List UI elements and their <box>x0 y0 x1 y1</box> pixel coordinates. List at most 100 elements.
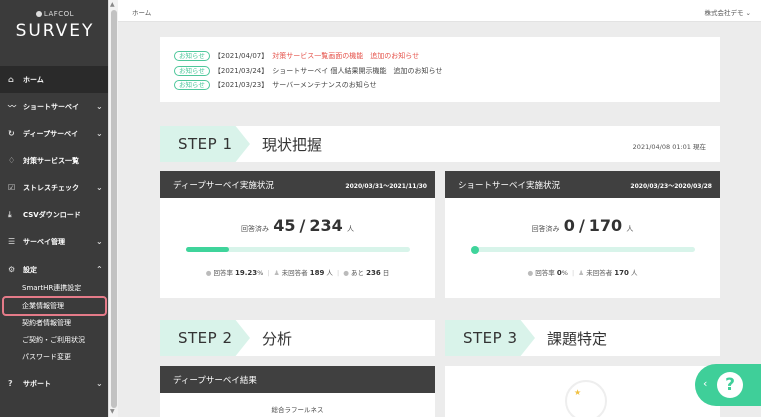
sidebar-subitem-smarthr[interactable]: SmartHR連携設定 <box>22 281 81 295</box>
sidebar-item-short-survey[interactable]: 〰 ショートサーベイ ⌄ <box>0 93 108 120</box>
brand-name: SURVEY <box>15 21 95 41</box>
brand-sub-label: LAFCOL <box>43 10 75 18</box>
notice-item[interactable]: お知らせ 【2021/03/23】 サーバーメンテナンスのお知らせ <box>174 80 377 90</box>
rate-icon: ● <box>527 269 534 277</box>
issue-panel: ★ <box>445 366 720 417</box>
sidebar-item-label: ショートサーベイ <box>23 102 79 111</box>
unanswered-label: 未回答者 <box>281 269 308 277</box>
result-subtitle: 総合ラフールネス <box>271 406 324 414</box>
chevron-down-icon: ⌄ <box>96 379 103 388</box>
step3-header: STEP 3 課題特定 <box>445 320 720 356</box>
short-survey-status-panel: ショートサーベイ実施状況 2020/03/23～2020/03/28 回答済み … <box>445 171 720 298</box>
chevron-down-icon: ⌄ <box>96 237 103 246</box>
question-icon: ? <box>717 372 743 398</box>
sidebar-subitem-contract-status[interactable]: ご契約・ご利用状況 <box>22 333 85 347</box>
sidebar-item-stress-check[interactable]: ☑ ストレスチェック ⌄ <box>0 174 108 201</box>
chevron-up-icon: ⌃ <box>96 265 103 274</box>
step1-header: STEP 1 現状把握 2021/04/08 01:01 現在 <box>160 126 720 162</box>
sidebar-subitem-password[interactable]: パスワード変更 <box>22 350 71 364</box>
sidebar-item-support[interactable]: ? サポート ⌄ <box>0 370 108 397</box>
sidebar-item-label: ディープサーベイ <box>23 129 79 138</box>
unanswered-value: 189 <box>309 269 325 277</box>
step-title: 課題特定 <box>547 330 608 348</box>
sidebar-item-csv-download[interactable]: ⤓ CSVダウンロード <box>0 201 108 228</box>
sidebar-subitem-contractor-info[interactable]: 契約者情報管理 <box>22 316 71 330</box>
help-button[interactable]: ‹ ? <box>695 364 761 406</box>
person-icon: ♟ <box>273 269 280 277</box>
total-value: 170 <box>588 216 623 235</box>
panel-title: ディープサーベイ結果 <box>173 376 257 386</box>
answered-label: 回答済み <box>531 225 560 233</box>
logo-dot-icon <box>35 11 42 17</box>
answered-count: 回答済み 45/234 人 <box>241 216 354 235</box>
unanswered-unit: 人 <box>326 269 333 277</box>
sidebar-item-label: 対策サービス一覧 <box>23 156 79 165</box>
rate-value: 19.23 <box>235 269 258 277</box>
download-icon: ⤓ <box>8 209 12 219</box>
notice-title[interactable]: サーバーメンテナンスのお知らせ <box>272 80 376 90</box>
top-bar: ホーム 株式会社デモ ⌄ <box>118 0 761 22</box>
step-badge: STEP 3 <box>445 320 535 356</box>
date-range: 2020/03/31～2021/11/30 <box>345 183 427 190</box>
sidebar-item-deep-survey[interactable]: ↻ ディープサーベイ ⌄ <box>0 120 108 147</box>
chevron-down-icon: ⌄ <box>96 183 103 192</box>
brand-logo[interactable]: LAFCOL SURVEY <box>0 0 110 66</box>
sidebar-item-label: サーベイ管理 <box>23 237 65 246</box>
rate-icon: ● <box>205 269 212 277</box>
sidebar-item-label: 設定 <box>23 265 37 274</box>
sidebar-subitem-company-info[interactable]: 企業情報管理 <box>22 299 64 313</box>
scroll-down-icon[interactable]: ▼ <box>110 408 115 415</box>
notice-tag: お知らせ <box>174 80 210 90</box>
notice-tag: お知らせ <box>174 66 210 76</box>
help-icon: ? <box>8 379 13 388</box>
deep-survey-result-panel: ディープサーベイ結果 総合ラフールネス <box>160 366 435 417</box>
award-icon: ★ <box>565 380 607 417</box>
panel-title: ショートサーベイ実施状況 <box>458 181 561 191</box>
total-value: 234 <box>309 216 343 235</box>
sidebar-item-label: ホーム <box>23 75 44 84</box>
company-dropdown[interactable]: 株式会社デモ ⌄ <box>704 7 751 17</box>
rate-label: 回答率 <box>535 269 555 277</box>
rate-unit: % <box>257 269 264 277</box>
date-range: 2020/03/23～2020/03/28 <box>630 183 712 190</box>
breadcrumb[interactable]: ホーム <box>132 7 151 17</box>
chart-line-icon: 〰 <box>8 102 16 111</box>
sidebar-item-label: CSVダウンロード <box>23 210 81 219</box>
notice-title[interactable]: 対策サービス一覧画面の機能 追加のお知らせ <box>272 51 419 61</box>
checkbox-icon: ☑ <box>8 183 16 192</box>
list-icon: ☰ <box>8 237 16 246</box>
unit: 人 <box>346 225 354 233</box>
deep-survey-status-panel: ディープサーベイ実施状況 2020/03/31～2021/11/30 回答済み … <box>160 171 435 298</box>
sidebar-item-home[interactable]: ⌂ ホーム <box>0 66 108 93</box>
sidebar-item-label: ストレスチェック <box>23 183 79 192</box>
scroll-up-icon[interactable]: ▲ <box>110 1 115 8</box>
notice-card: お知らせ 【2021/04/07】 対策サービス一覧画面の機能 追加のお知らせ … <box>160 37 720 102</box>
sidebar-item-label: サポート <box>23 379 51 388</box>
gear-icon: ⚙ <box>8 265 16 274</box>
answered-label: 回答済み <box>241 225 269 233</box>
notice-item[interactable]: お知らせ 【2021/03/24】 ショートサーベイ 個人結果開示機能 追加のお… <box>174 66 442 76</box>
sidebar-item-services[interactable]: ♢ 対策サービス一覧 <box>0 147 108 174</box>
stats-row: ● 回答率 19.23% | ♟ 未回答者 189 人 | ● あと 236 日 <box>205 269 390 277</box>
home-icon: ⌂ <box>8 75 14 84</box>
sidebar-scrollbar[interactable]: ▲ ▼ <box>108 0 118 417</box>
notice-title[interactable]: ショートサーベイ 個人結果開示機能 追加のお知らせ <box>272 66 442 76</box>
notice-date: 【2021/04/07】 <box>213 52 269 60</box>
chevron-down-icon: ⌄ <box>96 102 103 111</box>
step-badge: STEP 1 <box>160 126 250 162</box>
step-title: 現状把握 <box>262 136 323 154</box>
unit: 人 <box>626 225 634 233</box>
notice-date: 【2021/03/23】 <box>213 81 269 89</box>
scrollbar-thumb[interactable] <box>111 10 117 408</box>
person-icon: ♟ <box>578 269 585 277</box>
notice-date: 【2021/03/24】 <box>213 67 269 75</box>
notice-item[interactable]: お知らせ 【2021/04/07】 対策サービス一覧画面の機能 追加のお知らせ <box>174 51 419 61</box>
progress-bar <box>471 245 695 254</box>
progress-fill <box>186 247 230 252</box>
sidebar-item-survey-management[interactable]: ☰ サーベイ管理 ⌄ <box>0 228 108 255</box>
rate-unit: % <box>561 269 568 277</box>
rate-label: 回答率 <box>213 269 233 277</box>
progress-bar <box>186 247 410 252</box>
notice-tag: お知らせ <box>174 51 210 61</box>
sidebar-item-settings[interactable]: ⚙ 設定 ⌃ <box>0 256 108 283</box>
